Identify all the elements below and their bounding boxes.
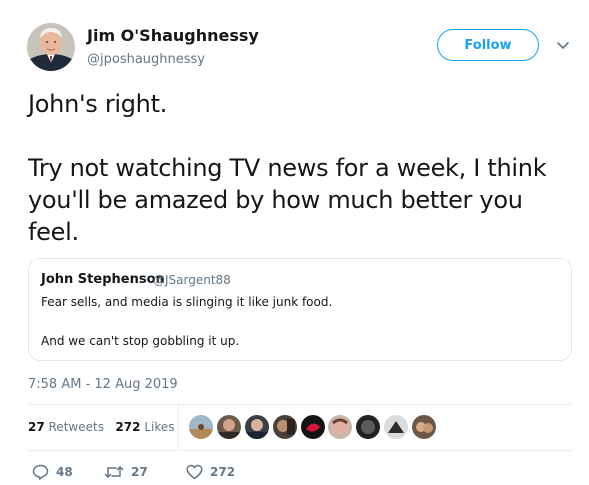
tweet-text: John's right. Try not watching TV news f… <box>28 90 547 246</box>
quoted-text-line: Fear sells, and media is slinging it lik… <box>41 295 333 309</box>
like-action[interactable]: 272 <box>186 464 235 480</box>
quoted-tweet[interactable]: John Stephenson @JSargent88 Fear sells, … <box>28 258 572 361</box>
retweet-count: 27 <box>131 465 148 479</box>
reply-action[interactable]: 48 <box>32 464 73 480</box>
author-avatar[interactable] <box>27 23 75 71</box>
reply-count: 48 <box>56 465 73 479</box>
retweets-stat[interactable]: 27 Retweets <box>28 420 104 434</box>
liker-avatar[interactable] <box>383 414 410 440</box>
liker-avatar[interactable] <box>355 414 382 440</box>
liker-avatar[interactable] <box>411 414 438 440</box>
likes-stat[interactable]: 272 Likes <box>115 420 174 434</box>
divider <box>28 404 572 405</box>
liker-avatar[interactable] <box>299 414 326 440</box>
tweet-stats: 27 Retweets 272 Likes <box>28 420 175 434</box>
heart-icon <box>186 464 203 480</box>
quoted-author-name: John Stephenson <box>41 272 165 287</box>
retweet-icon <box>104 466 124 478</box>
reply-icon <box>32 464 49 480</box>
liker-avatars <box>188 414 439 440</box>
author-handle[interactable]: @jposhaughnessy <box>87 52 205 67</box>
tweet-timestamp[interactable]: 7:58 AM - 12 Aug 2019 <box>28 377 178 392</box>
follow-button[interactable]: Follow <box>437 29 539 61</box>
author-name[interactable]: Jim O'Shaughnessy <box>87 26 259 45</box>
liker-avatar[interactable] <box>327 414 354 440</box>
liker-avatar[interactable] <box>243 414 270 440</box>
stats-separator <box>178 405 179 450</box>
quoted-author-handle: @JSargent88 <box>153 273 231 287</box>
liker-avatar[interactable] <box>188 414 214 440</box>
divider <box>28 450 572 451</box>
liker-avatar[interactable] <box>271 414 298 440</box>
likes-label: Likes <box>144 420 175 434</box>
retweets-count: 27 <box>28 420 45 434</box>
retweets-label: Retweets <box>48 420 104 434</box>
likes-count: 272 <box>115 420 141 434</box>
liker-avatar[interactable] <box>215 414 242 440</box>
like-count: 272 <box>210 465 236 479</box>
quoted-text-line: And we can't stop gobbling it up. <box>41 334 240 348</box>
retweet-action[interactable]: 27 <box>104 464 148 480</box>
chevron-down-icon[interactable] <box>554 38 572 52</box>
